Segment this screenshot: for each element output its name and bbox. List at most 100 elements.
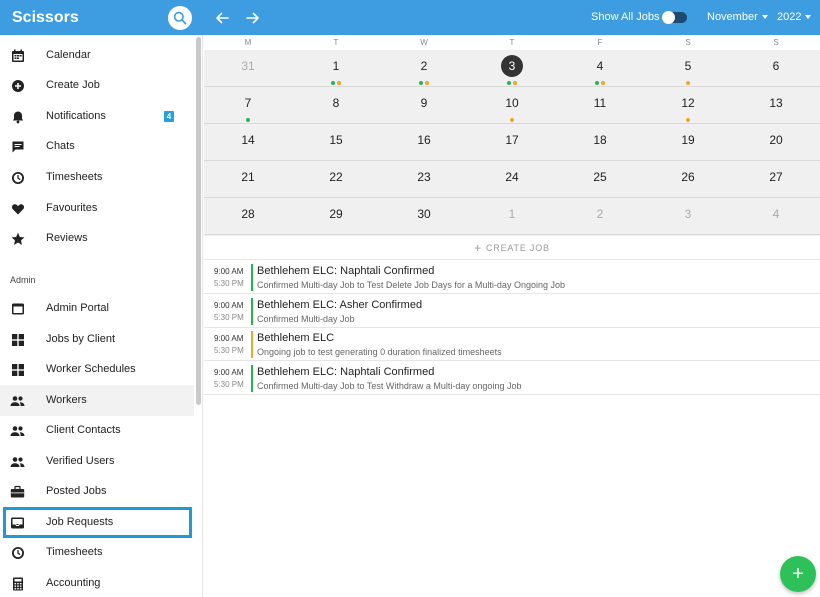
event-dots xyxy=(204,116,292,122)
weekday-label: W xyxy=(420,38,428,47)
month-dropdown[interactable]: November xyxy=(707,0,768,35)
calendar-day[interactable]: 6 xyxy=(732,50,820,87)
sidebar-item-reviews[interactable]: Reviews xyxy=(0,223,194,254)
sidebar-item-verified-users[interactable]: Verified Users xyxy=(0,446,194,477)
calendar-day[interactable]: 30 xyxy=(380,198,468,235)
create-job-button[interactable]: + CREATE JOB xyxy=(204,236,820,260)
sidebar-item-notifications[interactable]: Notifications 4 xyxy=(0,101,194,132)
calendar-day[interactable]: 21 xyxy=(204,161,292,198)
show-all-jobs-toggle[interactable] xyxy=(662,11,687,24)
event-dots xyxy=(292,79,380,85)
calendar-day[interactable]: 12 xyxy=(644,87,732,124)
calendar-day[interactable]: 19 xyxy=(644,124,732,161)
event-row[interactable]: 9:00 AM 5:30 PM Bethlehem ELC: Naphtali Co… xyxy=(204,261,820,294)
calendar-day[interactable]: 1 xyxy=(292,50,380,87)
year-dropdown[interactable]: 2022 xyxy=(777,0,812,35)
sidebar-item-calendar[interactable]: Calendar xyxy=(0,40,194,71)
event-end-time: 5:30 PM xyxy=(214,279,244,288)
sidebar-item-client-contacts[interactable]: Client Contacts xyxy=(0,415,194,446)
calendar-day[interactable]: 8 xyxy=(292,87,380,124)
calendar-day[interactable]: 17 xyxy=(468,124,556,161)
day-number: 4 xyxy=(772,207,780,221)
event-dot-green xyxy=(595,81,599,85)
day-number: 19 xyxy=(681,133,695,147)
sidebar-item-favourites[interactable]: Favourites xyxy=(0,193,194,224)
calendar-day[interactable]: 25 xyxy=(556,161,644,198)
calendar-day[interactable]: 29 xyxy=(292,198,380,235)
day-number: 12 xyxy=(681,96,695,110)
calendar-day[interactable]: 24 xyxy=(468,161,556,198)
add-fab-button[interactable]: + xyxy=(780,556,816,592)
event-row[interactable]: 9:00 AM 5:30 PM Bethlehem ELC: Naphtali Co… xyxy=(204,362,820,395)
day-number: 13 xyxy=(769,96,783,110)
calendar-day[interactable]: 18 xyxy=(556,124,644,161)
calendar-day[interactable]: 23 xyxy=(380,161,468,198)
search-button[interactable] xyxy=(168,6,192,30)
day-number: 20 xyxy=(769,133,783,147)
calendar-day[interactable]: 3 xyxy=(644,198,732,235)
sidebar-item-posted-jobs[interactable]: Posted Jobs xyxy=(0,476,194,507)
calendar-day[interactable]: 14 xyxy=(204,124,292,161)
event-row[interactable]: 9:00 AM 5:30 PM Bethlehem ELC Ongoing job t… xyxy=(204,328,820,361)
calendar-day[interactable]: 15 xyxy=(292,124,380,161)
event-dot-orange xyxy=(337,81,341,85)
sidebar-item-label: Favourites xyxy=(46,202,98,214)
weekday-label: M xyxy=(244,38,252,47)
sidebar-item-create-job[interactable]: Create Job xyxy=(0,70,194,101)
calendar-day[interactable]: 7 xyxy=(204,87,292,124)
calendar-day[interactable]: 22 xyxy=(292,161,380,198)
calendar-day[interactable]: 27 xyxy=(732,161,820,198)
clock-icon xyxy=(10,170,25,185)
calendar-day[interactable]: 9 xyxy=(380,87,468,124)
calendar-day[interactable]: 5 xyxy=(644,50,732,87)
sidebar-item-accounting[interactable]: Accounting xyxy=(0,568,194,597)
day-number: 3 xyxy=(501,55,523,77)
sidebar-scrollbar[interactable] xyxy=(196,37,201,405)
calendar-day-today[interactable]: 3 xyxy=(468,50,556,87)
calendar-day[interactable]: 31 xyxy=(204,50,292,87)
calendar-day[interactable]: 4 xyxy=(556,50,644,87)
grid-icon xyxy=(10,332,25,347)
back-button[interactable] xyxy=(212,8,232,28)
calendar-day[interactable]: 26 xyxy=(644,161,732,198)
day-number: 6 xyxy=(772,59,780,73)
calendar-day[interactable]: 28 xyxy=(204,198,292,235)
event-row[interactable]: 9:00 AM 5:30 PM Bethlehem ELC: Asher Confi… xyxy=(204,295,820,328)
arrow-left-icon xyxy=(216,12,229,24)
calendar-week-row: 14 15 16 17 18 19 20 xyxy=(204,124,820,161)
calendar-day[interactable]: 2 xyxy=(556,198,644,235)
day-number: 23 xyxy=(417,170,431,184)
sidebar-item-label: Job Requests xyxy=(46,516,114,528)
calendar-day[interactable]: 2 xyxy=(380,50,468,87)
sidebar-item-admin-portal[interactable]: Admin Portal xyxy=(0,293,194,324)
day-number: 16 xyxy=(417,133,431,147)
sidebar-item-worker-schedules[interactable]: Worker Schedules xyxy=(0,354,194,385)
event-dot-orange xyxy=(601,81,605,85)
calendar-day[interactable]: 20 xyxy=(732,124,820,161)
app-title: Scissors xyxy=(12,9,79,26)
forward-button[interactable] xyxy=(243,8,263,28)
sidebar-item-admin-timesheets[interactable]: Timesheets xyxy=(0,537,194,568)
sidebar-item-job-requests[interactable]: Job Requests xyxy=(3,507,192,538)
event-dots xyxy=(644,79,732,85)
calendar-day[interactable]: 13 xyxy=(732,87,820,124)
sidebar-item-timesheets[interactable]: Timesheets xyxy=(0,162,194,193)
event-start-time: 9:00 AM xyxy=(214,334,244,343)
day-number: 30 xyxy=(417,207,431,221)
sidebar-item-chats[interactable]: Chats xyxy=(0,131,194,162)
day-number: 29 xyxy=(329,207,343,221)
people-icon xyxy=(10,393,25,408)
notification-count-badge: 4 xyxy=(164,111,174,122)
top-bar: Scissors Show All Jobs November 2022 xyxy=(0,0,820,35)
sidebar-item-jobs-by-client[interactable]: Jobs by Client xyxy=(0,324,194,355)
day-number: 1 xyxy=(508,207,516,221)
event-dot-green xyxy=(507,81,511,85)
calendar-day[interactable]: 1 xyxy=(468,198,556,235)
calendar-day[interactable]: 16 xyxy=(380,124,468,161)
weekday-label: S xyxy=(685,38,691,47)
calendar-day[interactable]: 4 xyxy=(732,198,820,235)
sidebar-item-workers[interactable]: Workers xyxy=(0,385,194,416)
calendar-day[interactable]: 10 xyxy=(468,87,556,124)
event-dot-orange xyxy=(686,81,690,85)
calendar-day[interactable]: 11 xyxy=(556,87,644,124)
